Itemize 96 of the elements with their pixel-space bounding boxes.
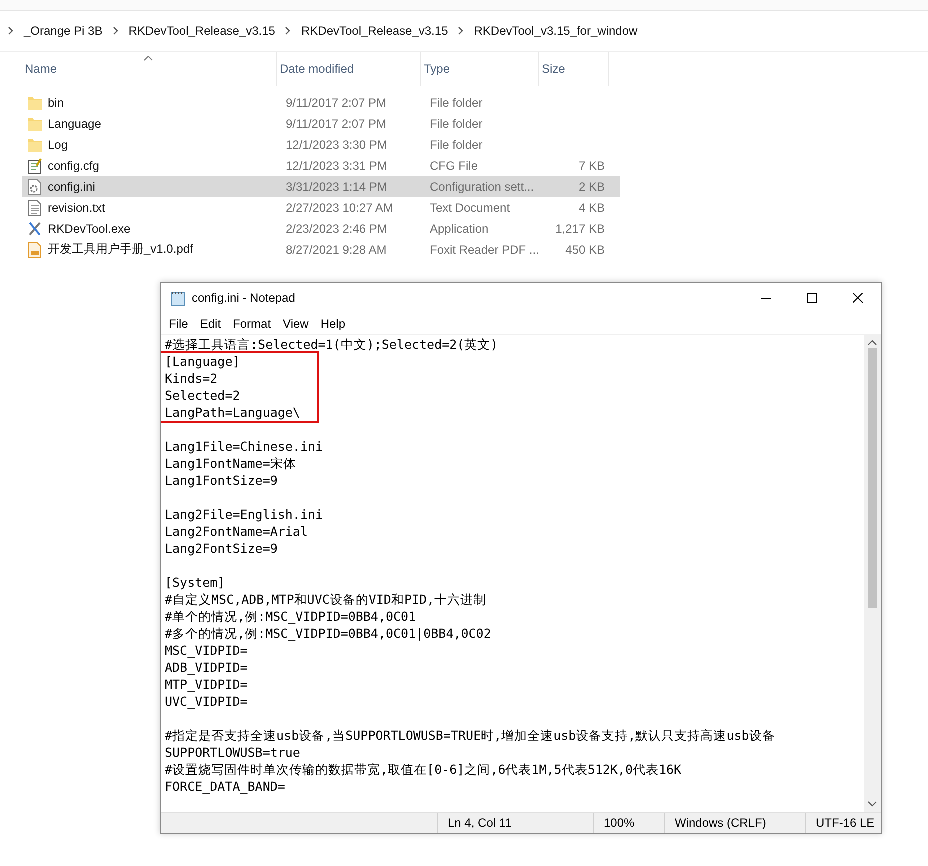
text-line: Selected=2 xyxy=(165,387,242,404)
file-row[interactable]: config.ini 3/31/2023 1:14 PM Configuration sett... 2 KB xyxy=(22,176,620,197)
file-size: 1,217 KB xyxy=(556,222,605,236)
maximize-icon xyxy=(807,293,817,303)
file-size: 450 KB xyxy=(566,242,605,256)
file-row[interactable]: Log 12/1/2023 3:30 PM File folder xyxy=(22,134,620,155)
text-line: FORCE_DATA_BAND= xyxy=(165,778,286,795)
column-header[interactable]: Size xyxy=(539,52,609,86)
notepad-icon xyxy=(28,158,42,174)
status-text: Windows (CRLF) xyxy=(675,816,766,830)
menu-item[interactable]: File xyxy=(163,316,194,330)
file-type: Configuration sett... xyxy=(429,180,536,194)
text-line: Kinds=2 xyxy=(165,370,219,387)
file-row[interactable]: config.cfg 12/1/2023 3:31 PM CFG File 7 KB xyxy=(22,155,620,176)
file-name: config.ini xyxy=(48,180,96,194)
date-modified: 2/23/2023 2:46 PM xyxy=(285,222,388,236)
pdf-file-icon xyxy=(28,242,42,258)
text-line: #设置烧写固件时单次传输的数据带宽,取值在[0-6]之间,6代表1M,5代表512K,0代表16K xyxy=(165,761,683,778)
text-line: MSC_VIDPID= xyxy=(165,642,249,659)
file-size: 2 KB xyxy=(578,180,605,194)
file-type: Application xyxy=(429,222,490,236)
file-name: Language xyxy=(48,116,102,130)
text-line: #单个的情况,例:MSC_VIDPID=0BB4,0C01 xyxy=(165,608,418,625)
date-modified: 8/27/2021 9:28 AM xyxy=(285,242,388,256)
file-name: 开发工具用户手册_v1.0.pdf xyxy=(48,241,194,258)
text-line: Lang2FontName=Arial xyxy=(165,523,309,540)
date-modified: 12/1/2023 3:31 PM xyxy=(285,158,388,172)
breadcrumb-item[interactable]: RKDevTool_Release_v3.15 xyxy=(128,24,276,38)
scroll-down-icon[interactable] xyxy=(868,801,877,807)
gear-file-icon xyxy=(28,178,42,194)
date-modified: 9/11/2017 2:07 PM xyxy=(285,96,388,110)
folder-icon xyxy=(28,94,42,110)
column-header[interactable]: Date modified xyxy=(277,52,421,86)
chevron-icon xyxy=(112,27,119,35)
chevron-icon xyxy=(8,27,14,35)
text-line: [Language] xyxy=(165,353,242,370)
text-line: #指定是否支持全速usb设备,当SUPPORTLOWUSB=TRUE时,增加全速usb设备支持,默认只支持高速usb设备 xyxy=(165,727,776,744)
column-header[interactable]: Type xyxy=(421,52,539,86)
menu-item[interactable]: Help xyxy=(314,316,352,330)
date-modified: 12/1/2023 3:30 PM xyxy=(285,138,388,152)
text-line: #自定义MSC,ADB,MTP和UVC设备的VID和PID,十六进制 xyxy=(165,591,488,608)
file-row[interactable]: Language 9/11/2017 2:07 PM File folder xyxy=(22,113,620,134)
text-line: UVC_VIDPID= xyxy=(165,693,249,710)
breadcrumb-item[interactable]: RKDevTool_Release_v3.15 xyxy=(301,24,448,38)
tools-icon xyxy=(28,220,42,236)
menu-item[interactable]: Edit xyxy=(194,316,228,330)
file-type: File folder xyxy=(429,138,484,152)
date-modified: 2/27/2023 10:27 AM xyxy=(285,200,394,214)
text-line: ADB_VIDPID= xyxy=(165,659,249,676)
text-line: [System] xyxy=(165,574,226,591)
menu-item[interactable]: View xyxy=(277,316,315,330)
chevron-icon xyxy=(458,27,464,35)
status-text: 100% xyxy=(604,816,635,830)
file-name: revision.txt xyxy=(48,200,106,214)
file-type: Foxit Reader PDF ... xyxy=(429,242,539,256)
text-line: Lang2File=English.ini xyxy=(165,506,324,523)
text-line: Lang2FontSize=9 xyxy=(165,540,279,557)
file-size: 7 KB xyxy=(578,158,605,172)
notepad-icon xyxy=(171,290,185,306)
text-line: SUPPORTLOWUSB=true xyxy=(165,744,302,761)
status-text: Ln 4, Col 11 xyxy=(448,816,512,830)
menu-item[interactable]: Format xyxy=(227,316,278,330)
text-line: Lang1File=Chinese.ini xyxy=(165,438,324,455)
text-line: #选择工具语言:Selected=1(中文);Selected=2(英文) xyxy=(165,336,500,353)
file-name: bin xyxy=(48,96,64,110)
close-icon xyxy=(853,293,863,303)
file-row[interactable]: RKDevTool.exe 2/23/2023 2:46 PM Application 1,217 KB xyxy=(22,218,620,239)
status-text: UTF-16 LE xyxy=(816,816,875,830)
text-line: MTP_VIDPID= xyxy=(165,676,249,693)
breadcrumb-item[interactable]: RKDevTool_v3.15_for_window xyxy=(474,24,638,38)
file-name: RKDevTool.exe xyxy=(48,222,131,236)
text-line: Lang1FontName=宋体 xyxy=(165,455,298,472)
text-line: LangPath=Language\ xyxy=(165,404,302,421)
file-size: 4 KB xyxy=(578,200,605,214)
window-title: config.ini - Notepad xyxy=(192,291,296,305)
breadcrumb-item[interactable]: _Orange Pi 3B xyxy=(24,24,103,38)
file-type: Text Document xyxy=(429,200,512,214)
vertical-scrollbar[interactable] xyxy=(864,335,881,812)
file-type: File folder xyxy=(429,96,484,110)
file-type: CFG File xyxy=(429,158,479,172)
file-name: config.cfg xyxy=(48,158,100,172)
folder-icon xyxy=(28,136,42,152)
text-file-icon xyxy=(28,200,42,216)
text-line: Lang1FontSize=9 xyxy=(165,472,279,489)
file-name: Log xyxy=(48,138,68,152)
scroll-up-icon[interactable] xyxy=(868,340,877,346)
folder-icon xyxy=(28,116,42,132)
file-type: File folder xyxy=(429,116,484,130)
column-header[interactable]: Name xyxy=(22,52,277,86)
date-modified: 9/11/2017 2:07 PM xyxy=(285,116,388,130)
file-row[interactable]: 开发工具用户手册_v1.0.pdf 8/27/2021 9:28 AM Foxit Reader PDF ... 450 KB xyxy=(22,239,620,260)
date-modified: 3/31/2023 1:14 PM xyxy=(285,180,388,194)
file-row[interactable]: revision.txt 2/27/2023 10:27 AM Text Document 4 KB xyxy=(22,197,620,218)
text-line: #多个的情况,例:MSC_VIDPID=0BB4,0C01|0BB4,0C02 xyxy=(165,625,492,642)
chevron-icon xyxy=(285,27,292,35)
file-row[interactable]: bin 9/11/2017 2:07 PM File folder xyxy=(22,92,620,113)
